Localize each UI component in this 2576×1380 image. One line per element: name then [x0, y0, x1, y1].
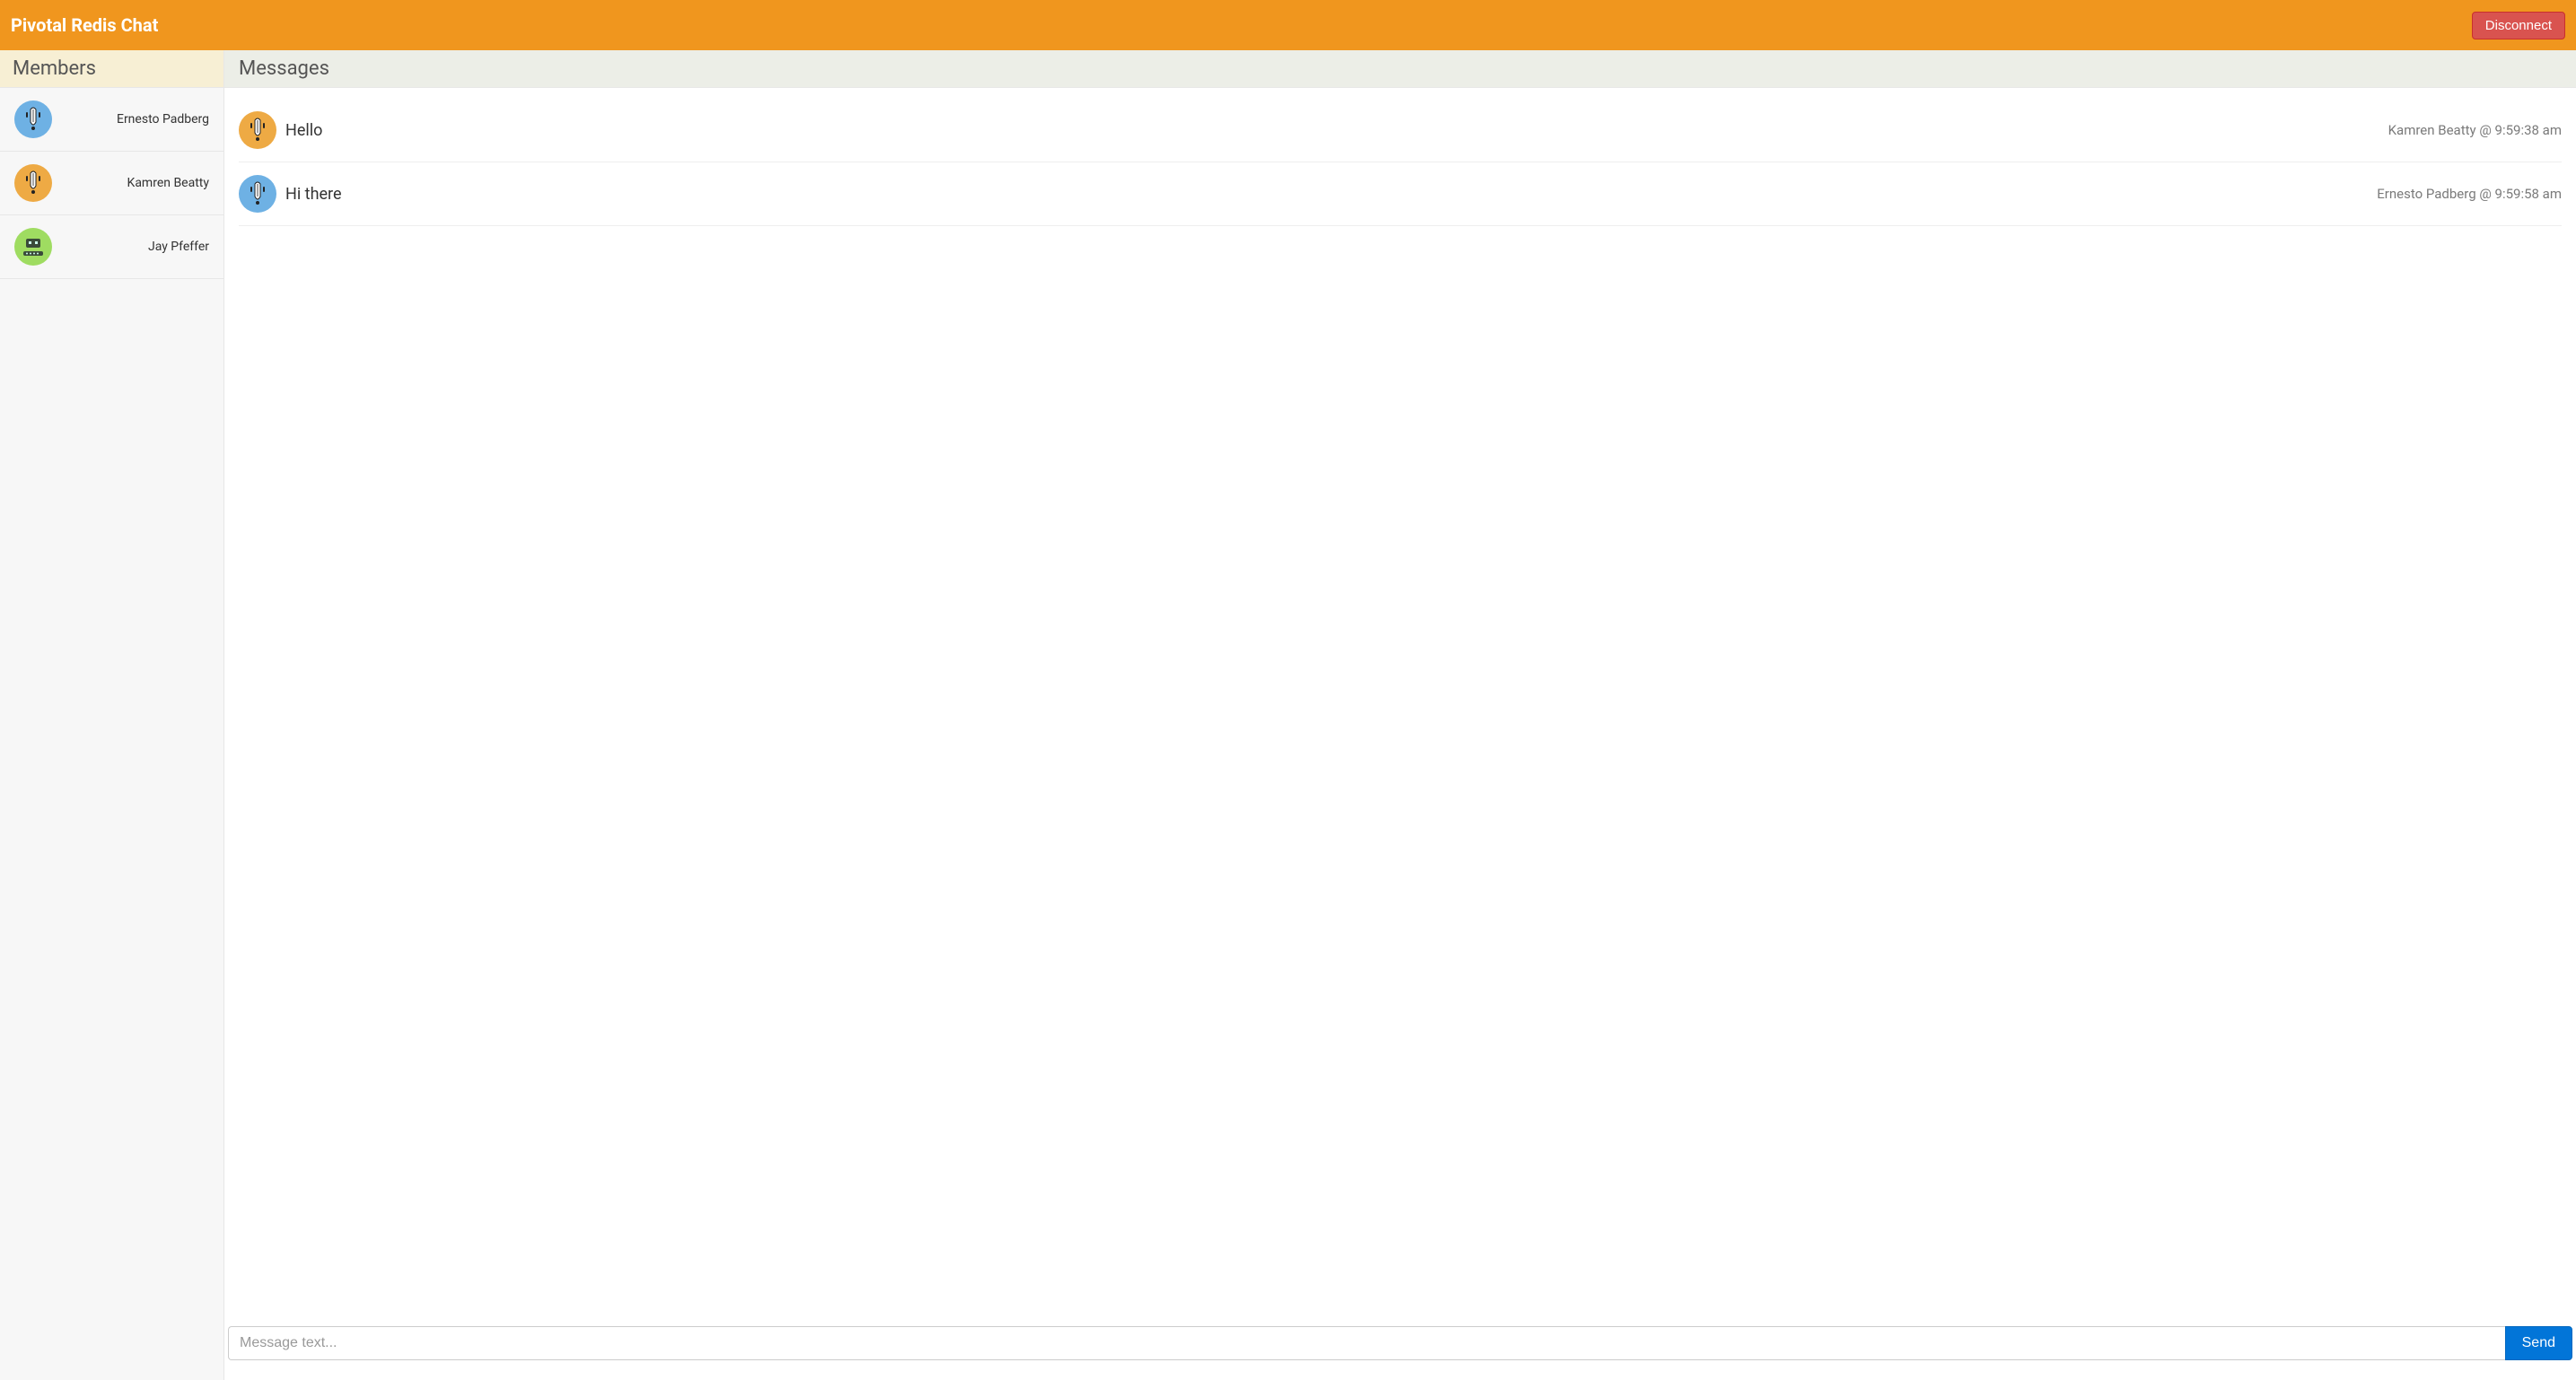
chat-panel: Messages Hello Kamren Beatty @ 9:59:38 a…	[224, 50, 2576, 1380]
message-composer: Send	[228, 1319, 2572, 1380]
avatar-icon	[14, 228, 52, 266]
member-item[interactable]: Kamren Beatty	[0, 152, 223, 215]
members-sidebar: Members Ernesto Padberg Kamren Beatty Ja…	[0, 50, 224, 1380]
navbar: Pivotal Redis Chat Disconnect	[0, 0, 2576, 50]
app-title: Pivotal Redis Chat	[11, 14, 158, 36]
avatar-icon	[239, 175, 276, 213]
message-author: Ernesto Padberg	[2377, 186, 2475, 202]
messages-list: Hello Kamren Beatty @ 9:59:38 am Hi ther…	[224, 88, 2576, 1319]
message-meta: Kamren Beatty @ 9:59:38 am	[2388, 122, 2562, 138]
disconnect-button[interactable]: Disconnect	[2472, 12, 2565, 39]
member-name: Ernesto Padberg	[63, 112, 209, 127]
message-text: Hello	[285, 121, 322, 140]
member-name: Jay Pfeffer	[63, 240, 209, 254]
member-item[interactable]: Ernesto Padberg	[0, 88, 223, 152]
avatar-icon	[14, 164, 52, 202]
avatar-icon	[14, 100, 52, 138]
members-heading: Members	[0, 50, 223, 88]
member-list: Ernesto Padberg Kamren Beatty Jay Pfeffe…	[0, 88, 223, 279]
member-item[interactable]: Jay Pfeffer	[0, 215, 223, 279]
layout: Members Ernesto Padberg Kamren Beatty Ja…	[0, 50, 2576, 1380]
message-row: Hello Kamren Beatty @ 9:59:38 am	[239, 99, 2562, 162]
message-author: Kamren Beatty	[2388, 122, 2476, 138]
member-name: Kamren Beatty	[63, 176, 209, 190]
send-button[interactable]: Send	[2505, 1326, 2572, 1360]
message-row: Hi there Ernesto Padberg @ 9:59:58 am	[239, 162, 2562, 226]
message-meta: Ernesto Padberg @ 9:59:58 am	[2377, 186, 2562, 202]
messages-heading: Messages	[224, 50, 2576, 88]
message-text: Hi there	[285, 185, 342, 204]
message-time: 9:59:38 am	[2495, 122, 2562, 138]
avatar-icon	[239, 111, 276, 149]
message-time: 9:59:58 am	[2495, 186, 2562, 202]
message-input[interactable]	[228, 1326, 2505, 1360]
